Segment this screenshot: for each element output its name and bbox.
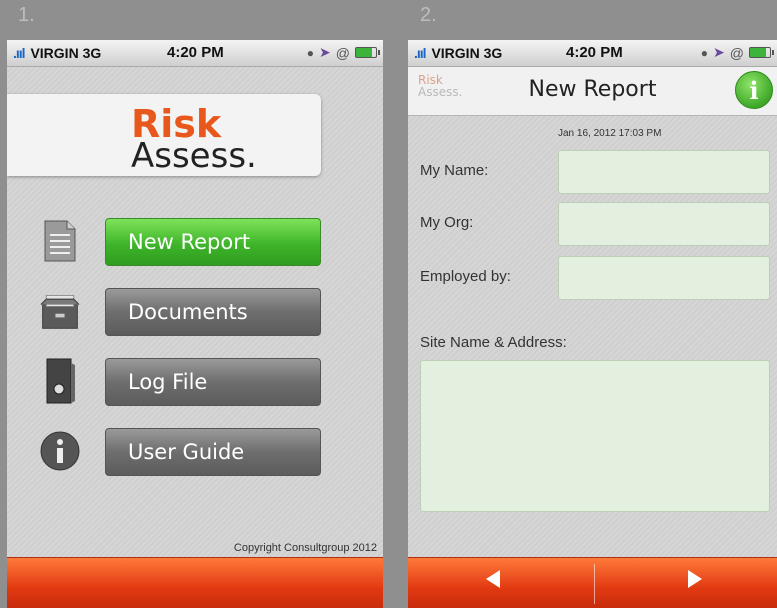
app-logo: Risk Assess. [7,94,321,176]
document-icon [39,218,81,264]
lock-rotation-icon: ● [700,45,709,60]
log-file-button[interactable]: Log File [105,358,321,406]
next-button[interactable] [597,558,777,608]
battery-icon [355,47,380,58]
home-screen: .ııl VIRGIN 3G 4:20 PM ● ➤ @ Risk Assess… [7,40,383,608]
signal-icon: .ııl [13,45,26,61]
info-button[interactable]: i [735,71,773,109]
previous-button[interactable] [408,558,588,608]
location-icon: ➤ [319,44,331,60]
clock: 4:20 PM [167,44,224,61]
alarm-icon: @ [729,44,744,61]
copyright-text: Copyright Consultgroup 2012 [233,542,377,554]
signal-icon: .ııl [414,45,427,61]
carrier: .ııl VIRGIN 3G [414,45,502,61]
user-guide-button[interactable]: User Guide [105,428,321,476]
status-icons: ● ➤ @ [700,44,774,61]
my-name-field[interactable] [558,150,770,194]
logo-assess-text: Assess. [131,136,257,176]
status-bar: .ııl VIRGIN 3G 4:20 PM ● ➤ @ [408,40,777,67]
alarm-icon: @ [335,44,350,61]
my-org-field[interactable] [558,202,770,246]
navigation-bar: Risk Assess. New Report i [408,67,777,116]
status-icons: ● ➤ @ [306,44,380,61]
step-label-1: 1. [18,4,35,26]
my-name-label: My Name: [420,162,489,179]
file-drawer-icon [39,288,81,334]
lock-rotation-icon: ● [306,45,315,60]
employed-by-field[interactable] [558,256,770,300]
arrow-right-icon [688,570,702,588]
site-address-label: Site Name & Address: [420,334,567,351]
network-type: 3G [483,45,503,61]
bottom-toolbar [7,557,383,608]
bottom-toolbar [408,557,777,608]
documents-button[interactable]: Documents [105,288,321,336]
clock: 4:20 PM [566,44,623,61]
carrier: .ııl VIRGIN 3G [13,45,101,61]
status-bar: .ııl VIRGIN 3G 4:20 PM ● ➤ @ [7,40,383,67]
carrier-name: VIRGIN [431,45,480,61]
arrow-left-icon [486,570,500,588]
my-org-label: My Org: [420,214,474,231]
toolbar-divider [594,564,595,604]
info-icon: i [749,75,759,105]
location-icon: ➤ [713,44,725,60]
battery-icon [749,47,774,58]
step-label-2: 2. [420,4,437,26]
new-report-screen: .ııl VIRGIN 3G 4:20 PM ● ➤ @ Risk Assess… [408,40,777,608]
info-circle-icon [39,428,81,474]
network-type: 3G [82,45,102,61]
carrier-name: VIRGIN [30,45,79,61]
employed-by-label: Employed by: [420,268,511,285]
new-report-button[interactable]: New Report [105,218,321,266]
site-address-field[interactable] [420,360,770,512]
page-title: New Report [528,77,657,102]
report-date: Jan 16, 2012 17:03 PM [558,128,662,139]
binder-icon [39,358,81,404]
